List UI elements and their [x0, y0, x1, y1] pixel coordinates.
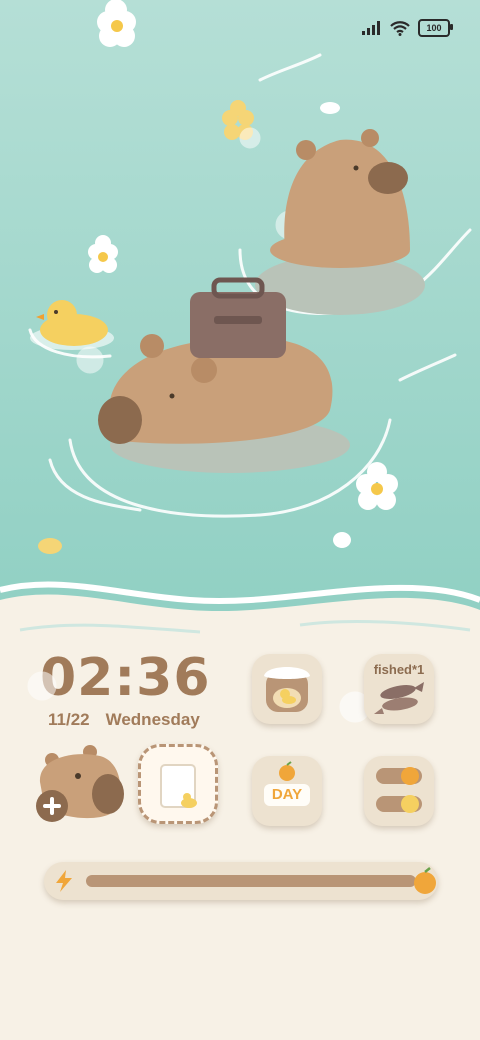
- plus-icon[interactable]: [36, 790, 68, 822]
- fishing-label: fished*1: [373, 662, 425, 677]
- clock-date: 11/22: [48, 710, 90, 729]
- app-honey-jar[interactable]: [252, 654, 322, 724]
- power-track: [86, 875, 416, 887]
- wallpaper-scene: [0, 0, 480, 660]
- clock-widget[interactable]: 02:36 11/22 Wednesday: [40, 648, 220, 730]
- app-day-calendar[interactable]: DAY: [252, 756, 322, 826]
- cup-icon: [160, 764, 197, 808]
- wifi-icon: [390, 20, 410, 36]
- signal-icon: [362, 21, 380, 35]
- orange-icon: [279, 761, 295, 781]
- clock-weekday: Wednesday: [105, 710, 200, 729]
- power-bar-widget[interactable]: [44, 862, 438, 900]
- capybara-add-widget[interactable]: [34, 742, 129, 824]
- clock-time: 02:36: [40, 648, 211, 708]
- orange-icon: [414, 867, 436, 894]
- app-milk-cup[interactable]: [138, 744, 218, 824]
- fish-icon: [374, 682, 424, 714]
- toggle-icon: [376, 767, 422, 813]
- lightning-icon: [56, 870, 72, 892]
- app-fishing[interactable]: fished*1: [364, 654, 434, 724]
- status-bar: 100: [362, 18, 453, 38]
- bubble-decoration: [27, 671, 57, 701]
- day-label: DAY: [264, 784, 310, 806]
- app-toggles[interactable]: [364, 756, 434, 826]
- honey-jar-icon: [264, 667, 310, 712]
- battery-icon: 100: [418, 19, 453, 37]
